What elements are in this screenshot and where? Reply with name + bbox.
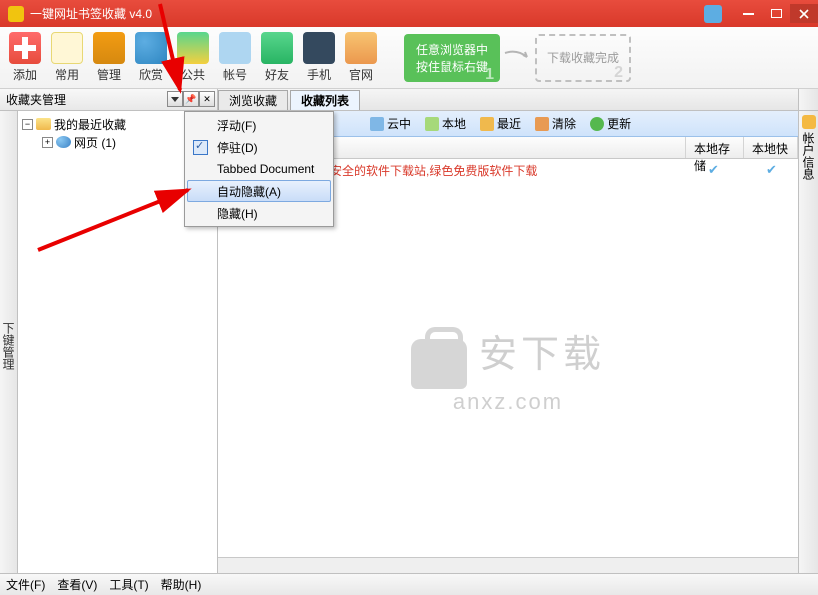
watermark: 安下载 anxz.com [411,323,605,415]
right-panel-header [798,89,818,110]
hint-card-2: 下载收藏完成 2 [535,34,631,82]
tab-list[interactable]: 收藏列表 [290,90,360,110]
refresh-icon [590,117,604,131]
maximize-button[interactable] [762,4,790,23]
title-bar: 一键网址书签收藏 v4.0 [0,0,818,27]
bag-icon [411,339,467,389]
horizontal-scrollbar[interactable] [218,557,798,573]
filter-update[interactable]: 更新 [584,114,637,134]
drawer-icon [93,32,125,64]
side-panel-title: 收藏夹管理 [6,91,66,108]
panel-pin-button[interactable]: 📌 [183,91,199,107]
menu-item-float[interactable]: 浮动(F) [187,114,331,136]
left-collapsed-panel[interactable]: 下键管理 [0,111,18,573]
expander-icon[interactable]: − [22,119,33,130]
context-menu: 浮动(F) 停驻(D) Tabbed Document 自动隐藏(A) 隐藏(H… [184,111,334,227]
filter-cloud[interactable]: 云中 [364,114,417,134]
panel-close-button[interactable]: ✕ [199,91,215,107]
arrow-icon [500,34,535,82]
menu-item-tabbed[interactable]: Tabbed Document [187,158,331,180]
disk-icon [425,117,439,131]
note-icon [51,32,83,64]
bottom-menu-bar: 文件(F) 查看(V) 工具(T) 帮助(H) [0,573,818,595]
tool-manage[interactable]: 管理 [88,29,130,87]
cloud-icon [370,117,384,131]
col-local-fast[interactable]: 本地快 [744,137,798,158]
clock-icon [480,117,494,131]
panel-dropdown-button[interactable] [167,91,183,107]
close-button[interactable] [790,4,818,23]
tool-add[interactable]: 添加 [4,29,46,87]
filter-clear[interactable]: 清除 [529,114,582,134]
panel-header-row: 收藏夹管理 📌 ✕ 浏览收藏 收藏列表 [0,89,818,111]
menu-item-dock[interactable]: 停驻(D) [187,136,331,158]
broom-icon [535,117,549,131]
user-icon [219,32,251,64]
main-toolbar: 添加 常用 管理 欣赏 公共 帐号 好友 手机 官网 任意浏览器中 按住鼠标右键… [0,27,818,89]
people-icon [177,32,209,64]
expander-icon[interactable]: + [42,137,53,148]
right-collapsed-panel[interactable]: 帐户信息 [798,111,818,573]
window-buttons [704,0,818,27]
minimize-button[interactable] [734,4,762,23]
filter-local[interactable]: 本地 [419,114,472,134]
menu-item-autohide[interactable]: 自动隐藏(A) [187,180,331,202]
friend-icon [261,32,293,64]
check-icon: ✔ [766,162,777,178]
menu-item-hide[interactable]: 隐藏(H) [187,202,331,224]
side-panel-header: 收藏夹管理 📌 ✕ [0,89,218,110]
main-body: 下键管理 − 我的最近收藏 + 网页 (1) 云中 本地 最近 清除 更新 本地… [0,111,818,573]
col-local-store[interactable]: 本地存储 [686,137,744,158]
plus-icon [9,32,41,64]
hint-card-1: 任意浏览器中 按住鼠标右键 1 [404,34,500,82]
tool-public[interactable]: 公共 [172,29,214,87]
home-icon [345,32,377,64]
tool-mobile[interactable]: 手机 [298,29,340,87]
tool-account[interactable]: 帐号 [214,29,256,87]
tool-official[interactable]: 官网 [340,29,382,87]
folder-icon [36,118,51,130]
globe-icon [135,32,167,64]
app-icon [8,6,24,22]
account-icon [802,115,816,129]
menu-view[interactable]: 查看(V) [57,576,97,593]
menu-help[interactable]: 帮助(H) [161,576,202,593]
tab-strip: 浏览收藏 收藏列表 [218,89,798,110]
window-title: 一键网址书签收藏 v4.0 [30,5,704,22]
tool-view[interactable]: 欣赏 [130,29,172,87]
gift-icon[interactable] [704,5,722,23]
check-icon: ✔ [708,162,719,178]
mobile-icon [303,32,335,64]
menu-tool[interactable]: 工具(T) [109,576,148,593]
menu-file[interactable]: 文件(F) [6,576,45,593]
tool-common[interactable]: 常用 [46,29,88,87]
tab-browse[interactable]: 浏览收藏 [218,90,288,110]
content-canvas: 安下载 anxz.com [218,181,798,557]
filter-recent[interactable]: 最近 [474,114,527,134]
tool-friend[interactable]: 好友 [256,29,298,87]
globe-icon [56,136,71,148]
